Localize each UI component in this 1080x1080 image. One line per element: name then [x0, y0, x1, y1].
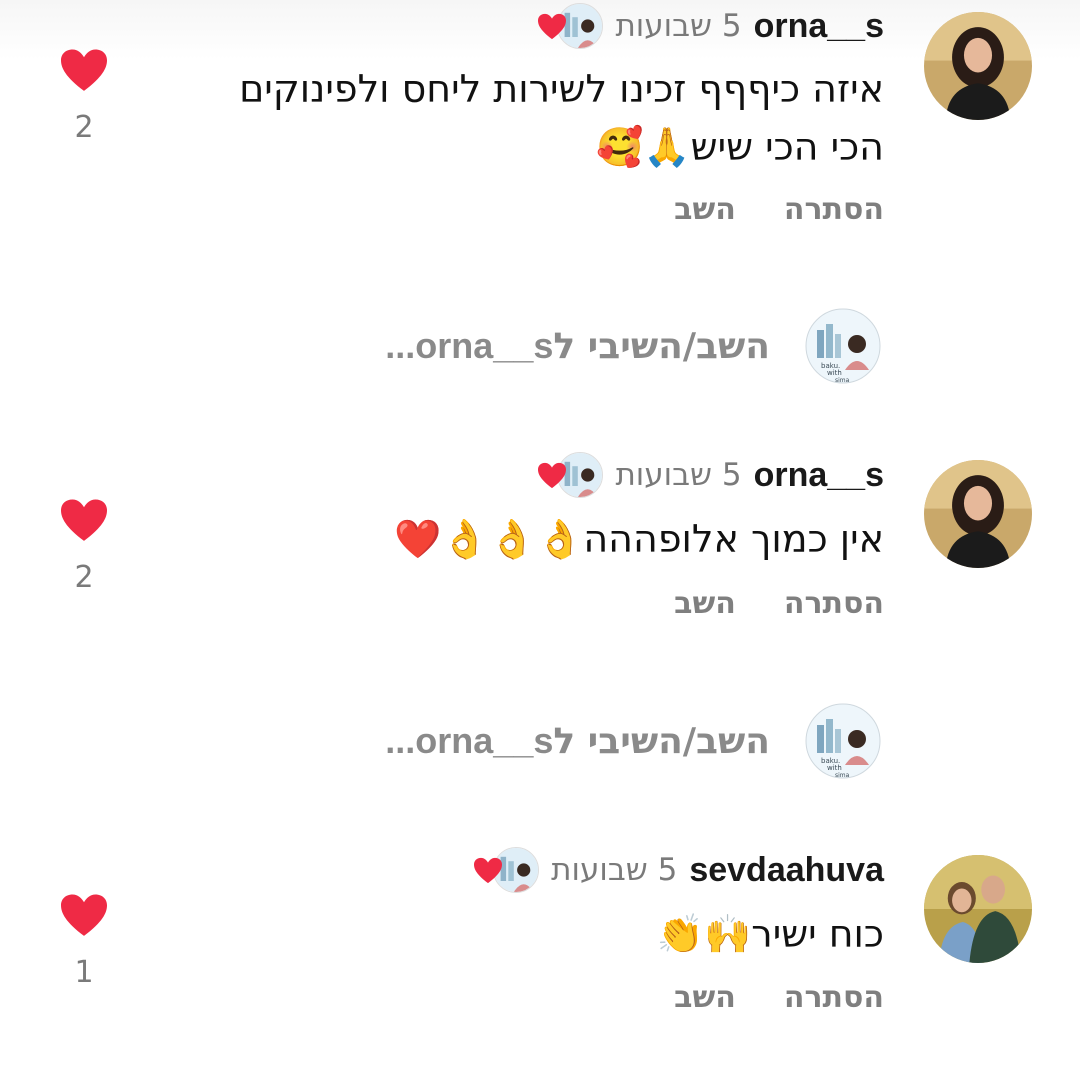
reply-button[interactable]: השב — [674, 192, 736, 227]
author-liked-badge — [537, 452, 604, 498]
username[interactable]: sevdaahuva — [689, 851, 884, 890]
like-count: 2 — [74, 560, 94, 595]
author-avatar: baku. with sima — [805, 308, 881, 384]
timestamp: 5 שבועות — [615, 457, 742, 493]
commenter-avatar[interactable] — [924, 855, 1032, 963]
comment-header: orna__s 5 שבועות — [537, 2, 884, 50]
comment-text: כוח ישיר🙌👏 — [184, 905, 884, 963]
comments-page: orna__s 5 שבועות איזה כיףףף זכינו לשירות… — [0, 0, 1080, 1080]
comment-line: איזה כיףףף זכינו לשירות ליחס ולפינוקים — [239, 67, 884, 111]
comment-header: sevdaahuva 5 שבועות — [473, 846, 884, 894]
comment-line: הכי הכי שיש🙏🥰 — [596, 125, 884, 169]
heart-icon[interactable] — [58, 893, 110, 939]
commenter-avatar[interactable] — [924, 12, 1032, 120]
timestamp: 5 שבועות — [615, 8, 742, 44]
heart-icon — [538, 462, 567, 489]
reply-button[interactable]: השב — [674, 586, 736, 621]
heart-icon[interactable] — [58, 498, 110, 544]
comment-line: כוח ישיר🙌👏 — [656, 912, 884, 956]
like-column: 1 — [56, 893, 112, 990]
hide-button[interactable]: הסתרה — [784, 586, 884, 621]
like-column: 2 — [56, 498, 112, 595]
like-column: 2 — [56, 48, 112, 145]
like-count: 1 — [74, 955, 94, 990]
woman-portrait-icon — [924, 12, 1032, 120]
hide-button[interactable]: הסתרה — [784, 192, 884, 227]
heart-icon — [474, 857, 503, 884]
comment-header: orna__s 5 שבועות — [537, 451, 884, 499]
reply-prompt[interactable]: השב/השיבי לorna__s... — [385, 720, 770, 762]
author-logo-icon: baku. with sima — [805, 703, 881, 779]
couple-portrait-icon — [924, 855, 1032, 963]
author-liked-badge — [537, 3, 604, 49]
svg-text:sima: sima — [835, 772, 850, 779]
reply-prompt[interactable]: השב/השיבי לorna__s... — [385, 325, 770, 367]
comment-text: אין כמוך אלופההה👌👌👌❤️ — [184, 510, 884, 568]
reply-prompt-username: orna__s... — [385, 720, 554, 761]
comment-text: איזה כיףףף זכינו לשירות ליחס ולפינוקים ה… — [184, 60, 884, 176]
svg-text:with: with — [827, 369, 842, 377]
reply-prompt-username: orna__s... — [385, 325, 554, 366]
svg-text:sima: sima — [835, 377, 850, 384]
hide-button[interactable]: הסתרה — [784, 980, 884, 1015]
woman-portrait-icon — [924, 460, 1032, 568]
username[interactable]: orna__s — [754, 456, 884, 495]
username[interactable]: orna__s — [754, 7, 884, 46]
comment-actions: השב הסתרה — [674, 586, 884, 621]
comment-line: אין כמוך אלופההה👌👌👌❤️ — [394, 517, 884, 561]
comment-actions: השב הסתרה — [674, 980, 884, 1015]
reply-prompt-label: השב/השיבי ל — [553, 326, 770, 367]
reply-button[interactable]: השב — [674, 980, 736, 1015]
svg-text:with: with — [827, 764, 842, 772]
commenter-avatar[interactable] — [924, 460, 1032, 568]
timestamp: 5 שבועות — [551, 852, 678, 888]
reply-prompt-label: השב/השיבי ל — [553, 721, 770, 762]
heart-icon — [538, 13, 567, 40]
author-logo-icon: baku. with sima — [805, 308, 881, 384]
author-liked-badge — [473, 847, 540, 893]
comment-actions: השב הסתרה — [674, 192, 884, 227]
like-count: 2 — [74, 110, 94, 145]
author-avatar: baku. with sima — [805, 703, 881, 779]
heart-icon[interactable] — [58, 48, 110, 94]
